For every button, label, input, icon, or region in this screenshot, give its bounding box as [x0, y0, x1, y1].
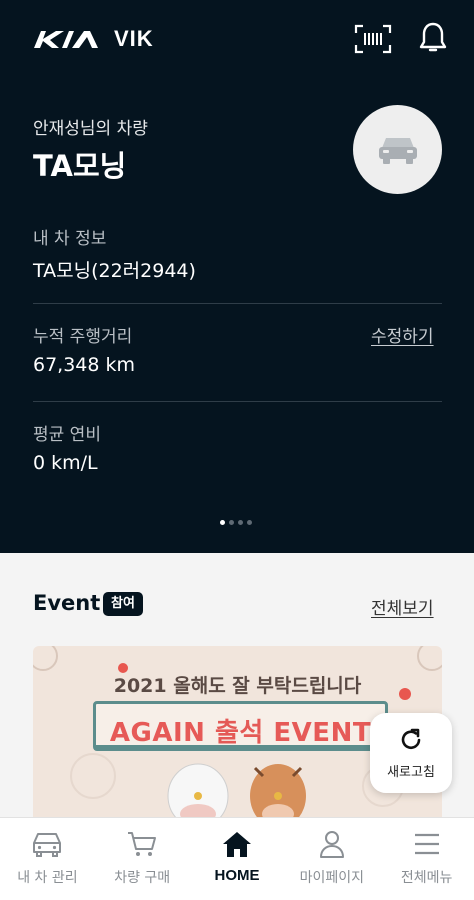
home-icon	[222, 832, 251, 857]
cart-icon	[128, 832, 157, 856]
person-icon	[319, 831, 344, 858]
mileage-title: 누적 주행거리	[33, 327, 133, 347]
car-avatar[interactable]	[353, 105, 442, 194]
tab-label: 전체메뉴	[400, 870, 453, 886]
vehicle-info-value: TA모닝(22러2944)	[33, 260, 196, 282]
efficiency-title: 평균 연비	[33, 425, 101, 445]
vehicle-hero: VIK 안재성님의 차량 TA모닝 내 차 정보 TA모닝(22러2944) 누…	[0, 0, 474, 553]
bell-icon	[419, 22, 447, 52]
barcode-button[interactable]	[354, 24, 392, 54]
bottom-tab-bar: 내 차 관리 차량 구매 HOME 마이페이지 전체메뉴	[0, 817, 474, 900]
app-name: VIK	[114, 26, 154, 51]
banner-headline-left: AGAIN	[109, 718, 206, 748]
carousel-dot[interactable]	[238, 520, 243, 525]
notifications-button[interactable]	[418, 20, 448, 56]
banner-headline-box: AGAIN 출석 EVENT	[93, 701, 388, 751]
view-all-link[interactable]: 전체보기	[371, 594, 434, 619]
tab-all-menu[interactable]: 전체메뉴	[379, 818, 474, 900]
refresh-icon	[401, 728, 421, 749]
banner-headline: AGAIN 출석 EVENT	[96, 712, 385, 749]
banner-subtitle: 2021 올해도 잘 부탁드립니다	[113, 675, 362, 697]
car-name: TA모닝	[33, 149, 127, 183]
banner-headline-mid: 출석	[215, 718, 264, 748]
tab-label: 차량 구매	[114, 870, 171, 886]
carousel-indicator	[220, 520, 252, 525]
efficiency-value: 0 km/L	[33, 452, 98, 474]
menu-icon	[414, 833, 439, 855]
event-title: Event	[33, 591, 101, 615]
car-icon	[33, 833, 62, 857]
barcode-scan-icon	[354, 24, 392, 54]
header-brand: VIK	[32, 26, 154, 52]
participate-badge: 참여	[103, 592, 143, 616]
tab-label: 내 차 관리	[17, 870, 78, 886]
tab-my-page[interactable]: 마이페이지	[284, 818, 379, 900]
tab-my-car[interactable]: 내 차 관리	[0, 818, 95, 900]
owner-label: 안재성님의 차량	[33, 119, 148, 139]
carousel-dot[interactable]	[229, 520, 234, 525]
divider	[33, 401, 442, 402]
edit-mileage-link[interactable]: 수정하기	[371, 322, 434, 347]
tab-buy-car[interactable]: 차량 구매	[95, 818, 190, 900]
carousel-dot[interactable]	[220, 520, 225, 525]
tab-label: HOME	[214, 867, 260, 884]
kia-logo-icon	[34, 31, 98, 48]
refresh-button[interactable]: 새로고침	[370, 713, 452, 793]
refresh-label: 새로고침	[387, 764, 435, 780]
vehicle-info-title: 내 차 정보	[33, 229, 107, 249]
tab-label: 마이페이지	[299, 870, 364, 886]
banner-headline-right: EVENT	[273, 718, 372, 748]
mileage-value: 67,348 km	[33, 354, 136, 376]
carousel-dot[interactable]	[247, 520, 252, 525]
divider	[33, 303, 442, 304]
car-icon	[378, 137, 417, 164]
tab-home[interactable]: HOME	[190, 818, 285, 900]
